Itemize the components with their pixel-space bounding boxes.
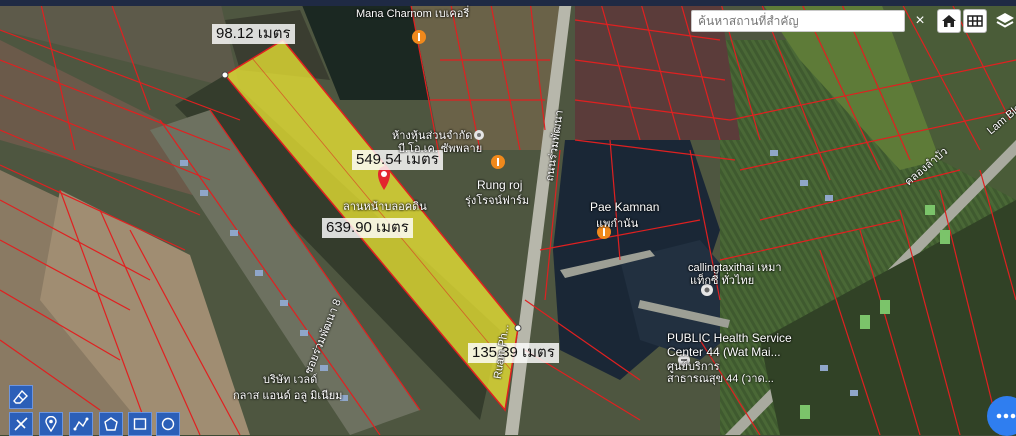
circle-tool-button[interactable] [156, 412, 180, 436]
poi-label: Mana Charnom เบเคอรี่ [356, 8, 470, 20]
grid-button[interactable] [963, 9, 987, 33]
restaurant-icon[interactable] [491, 155, 505, 169]
poi-label: ลานหน้าบลอคดิน [343, 201, 427, 213]
polyline-icon [73, 417, 89, 431]
rectangle-tool-button[interactable] [128, 412, 152, 436]
poi-label: แพกำนัน [596, 218, 639, 230]
home-icon [942, 15, 956, 27]
poi-label: สาธารณสุข 44 (วาด... [667, 373, 774, 385]
poi-label: แท็กซี่ ทั่วไทย [690, 275, 755, 287]
eraser-icon [13, 389, 28, 404]
poi-label: Pae Kamnan [590, 200, 660, 214]
top-bar [0, 0, 1016, 6]
bottom-edge-measurement: 135.39 เมตร [468, 343, 559, 363]
grid-icon [967, 15, 983, 27]
close-icon[interactable]: × [911, 10, 929, 32]
satellite-map[interactable] [0, 0, 1016, 435]
poi-label: Rung roj [477, 178, 523, 192]
ruler-icon [14, 417, 28, 431]
poi-label: บี.โอ.เค. ซัพพลาย [398, 143, 483, 155]
polyline-tool-button[interactable] [69, 412, 93, 436]
home-button[interactable] [937, 9, 961, 33]
long-edge-lower-measurement: 639.90 เมตร [322, 218, 413, 238]
vertex-handle[interactable] [514, 324, 522, 332]
polygon-tool-button[interactable] [99, 412, 123, 436]
pin-icon [45, 416, 57, 432]
eraser-tool-button[interactable] [9, 385, 33, 409]
measure-tool-button[interactable] [9, 412, 33, 436]
vertex-handle[interactable] [221, 71, 229, 79]
restaurant-icon[interactable] [412, 30, 426, 44]
place-search-input[interactable] [692, 11, 904, 31]
marker-tool-button[interactable] [39, 412, 63, 436]
polygon-icon [104, 417, 118, 431]
place-search [691, 10, 905, 32]
rectangle-icon [133, 418, 147, 430]
poi-label: กลาส แอนด์ อลู มิเนียม [233, 390, 343, 402]
top-edge-measurement: 98.12 เมตร [212, 24, 295, 44]
poi-label: รุ่งโรจน์ฟาร์ม [465, 195, 530, 207]
poi-label: PUBLIC Health Service [667, 331, 792, 345]
layers-icon [996, 13, 1014, 28]
more-icon [996, 413, 1016, 419]
circle-icon [161, 417, 175, 431]
layers-button[interactable] [994, 10, 1016, 32]
